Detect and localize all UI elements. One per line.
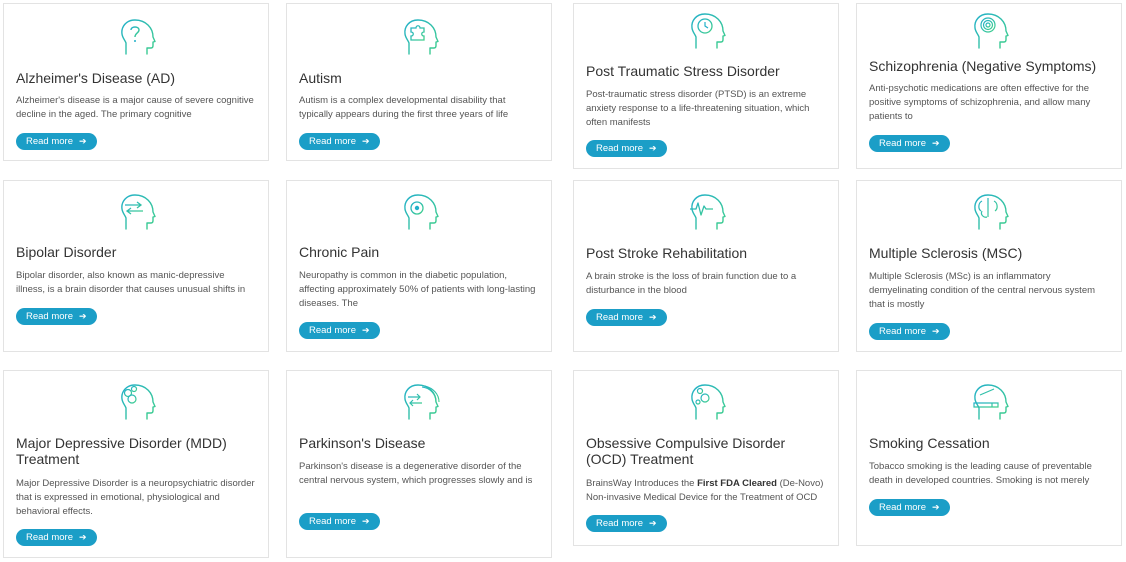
read-more-button[interactable]: Read more ➔ (299, 513, 380, 530)
arrow-right-icon: ➔ (932, 138, 940, 148)
condition-card: Parkinson's Disease Parkinson's disease … (286, 370, 552, 558)
condition-card: Chronic Pain Neuropathy is common in the… (286, 180, 552, 352)
condition-card: Schizophrenia (Negative Symptoms) Anti-p… (856, 3, 1122, 169)
arrow-right-icon: ➔ (362, 516, 370, 526)
card-title: Autism (299, 70, 342, 86)
read-more-label: Read more (26, 532, 73, 543)
head-spiral-icon (970, 10, 1010, 54)
card-description: Multiple Sclerosis (MSc) is an inflammat… (869, 271, 1096, 310)
arrow-right-icon: ➔ (362, 325, 370, 335)
card-description: Autism is a complex developmental disabi… (299, 95, 509, 120)
head-pulse-icon (687, 191, 727, 235)
read-more-label: Read more (879, 326, 926, 337)
card-title: Post Stroke Rehabilitation (586, 245, 748, 261)
card-title: Smoking Cessation (869, 435, 990, 451)
card-description: Tobacco smoking is the leading cause of … (869, 461, 1092, 486)
card-description-text: BrainsWay Introduces the (586, 478, 698, 489)
read-more-label: Read more (596, 312, 643, 323)
arrow-right-icon: ➔ (932, 502, 940, 512)
condition-card: Bipolar Disorder Bipolar disorder, also … (3, 180, 269, 352)
card-description: Alzheimer's disease is a major cause of … (16, 95, 254, 120)
read-more-button[interactable]: Read more ➔ (16, 308, 97, 325)
card-description: Parkinson's disease is a degenerative di… (299, 461, 533, 486)
condition-card: Multiple Sclerosis (MSC) Multiple Sclero… (856, 180, 1122, 352)
card-description: Neuropathy is common in the diabetic pop… (299, 270, 536, 309)
head-arrows-icon (117, 191, 157, 235)
read-more-label: Read more (596, 143, 643, 154)
card-title: Alzheimer's Disease (AD) (16, 70, 176, 86)
read-more-label: Read more (879, 138, 926, 149)
card-title: Obsessive Compulsive Disorder (OCD) Trea… (586, 435, 786, 467)
head-question-icon (117, 16, 157, 60)
head-target-icon (400, 191, 440, 235)
read-more-label: Read more (309, 136, 356, 147)
arrow-right-icon: ➔ (649, 312, 657, 322)
card-description-bold: First FDA Cleared (697, 478, 777, 489)
read-more-label: Read more (309, 516, 356, 527)
condition-card: Autism Autism is a complex developmental… (286, 3, 552, 161)
read-more-button[interactable]: Read more ➔ (586, 309, 667, 326)
read-more-button[interactable]: Read more ➔ (299, 322, 380, 339)
read-more-label: Read more (26, 136, 73, 147)
condition-card: Major Depressive Disorder (MDD) Treatmen… (3, 370, 269, 558)
read-more-label: Read more (879, 502, 926, 513)
card-title: Chronic Pain (299, 244, 380, 260)
condition-card: Smoking Cessation Tobacco smoking is the… (856, 370, 1122, 546)
read-more-button[interactable]: Read more ➔ (869, 135, 950, 152)
card-title: Multiple Sclerosis (MSC) (869, 245, 1023, 261)
head-puzzle-icon (400, 16, 440, 60)
card-description: Anti-psychotic medications are often eff… (869, 83, 1091, 122)
read-more-button[interactable]: Read more ➔ (299, 133, 380, 150)
arrow-right-icon: ➔ (79, 136, 87, 146)
head-tremor-icon (400, 381, 440, 425)
card-description: Bipolar disorder, also known as manic-de… (16, 270, 246, 295)
card-description: Post-traumatic stress disorder (PTSD) is… (586, 89, 810, 128)
read-more-button[interactable]: Read more ➔ (869, 499, 950, 516)
condition-card: Post Stroke Rehabilitation A brain strok… (573, 180, 839, 352)
card-description: Major Depressive Disorder is a neuropsyc… (16, 478, 255, 517)
card-title: Schizophrenia (Negative Symptoms) (869, 58, 1097, 74)
head-bubbles-2-icon (687, 381, 727, 425)
head-bubbles-icon (117, 381, 157, 425)
arrow-right-icon: ➔ (932, 326, 940, 336)
head-brain-icon (970, 191, 1010, 235)
card-description: BrainsWay Introduces the First FDA Clear… (586, 477, 826, 505)
arrow-right-icon: ➔ (362, 136, 370, 146)
card-description: A brain stroke is the loss of brain func… (586, 271, 797, 296)
head-cigarette-icon (970, 381, 1010, 425)
arrow-right-icon: ➔ (649, 518, 657, 528)
condition-card: Obsessive Compulsive Disorder (OCD) Trea… (573, 370, 839, 546)
read-more-label: Read more (309, 325, 356, 336)
read-more-button[interactable]: Read more ➔ (869, 323, 950, 340)
card-title: Bipolar Disorder (16, 244, 117, 260)
read-more-button[interactable]: Read more ➔ (16, 529, 97, 546)
card-title: Parkinson's Disease (299, 435, 426, 451)
read-more-button[interactable]: Read more ➔ (586, 140, 667, 157)
card-title: Major Depressive Disorder (MDD) Treatmen… (16, 435, 227, 467)
arrow-right-icon: ➔ (79, 532, 87, 542)
head-clock-icon (687, 10, 727, 54)
read-more-label: Read more (596, 518, 643, 529)
condition-card: Alzheimer's Disease (AD) Alzheimer's dis… (3, 3, 269, 161)
arrow-right-icon: ➔ (79, 311, 87, 321)
arrow-right-icon: ➔ (649, 143, 657, 153)
read-more-button[interactable]: Read more ➔ (586, 515, 667, 532)
card-title: Post Traumatic Stress Disorder (586, 63, 780, 79)
read-more-button[interactable]: Read more ➔ (16, 133, 97, 150)
read-more-label: Read more (26, 311, 73, 322)
condition-card: Post Traumatic Stress Disorder Post-trau… (573, 3, 839, 169)
